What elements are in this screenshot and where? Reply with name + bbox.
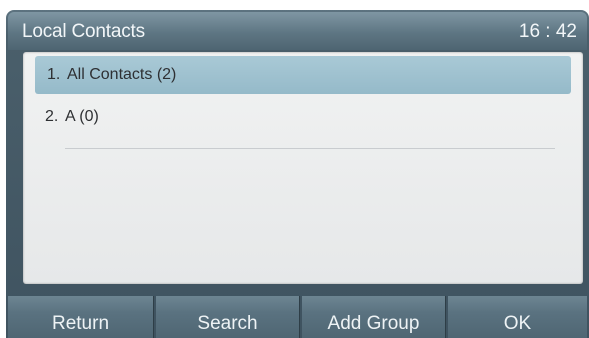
return-button[interactable]: Return [8, 296, 154, 338]
add-group-button[interactable]: Add Group [302, 296, 446, 338]
contact-group-panel: 1. All Contacts (2) 2. A (0) [23, 52, 583, 284]
list-item-label: All Contacts (2) [67, 66, 177, 83]
list-item-group-a[interactable]: 2. A (0) [33, 98, 573, 136]
clock: 16 : 42 [518, 21, 577, 42]
list-item-number: 2. [45, 108, 59, 125]
list-item-number: 1. [47, 66, 61, 83]
ok-button[interactable]: OK [448, 296, 587, 338]
contact-group-list: 1. All Contacts (2) 2. A (0) [23, 56, 583, 140]
search-button[interactable]: Search [156, 296, 300, 338]
title-bar: Local Contacts 16 : 42 [8, 12, 587, 50]
page-title: Local Contacts [22, 21, 145, 42]
list-item-label: A (0) [65, 108, 99, 125]
softkey-bar: Return Search Add Group OK [8, 296, 587, 338]
list-item-all-contacts[interactable]: 1. All Contacts (2) [35, 56, 571, 94]
phone-screen: Local Contacts 16 : 42 1. All Contacts (… [0, 0, 589, 338]
list-divider [65, 148, 555, 149]
